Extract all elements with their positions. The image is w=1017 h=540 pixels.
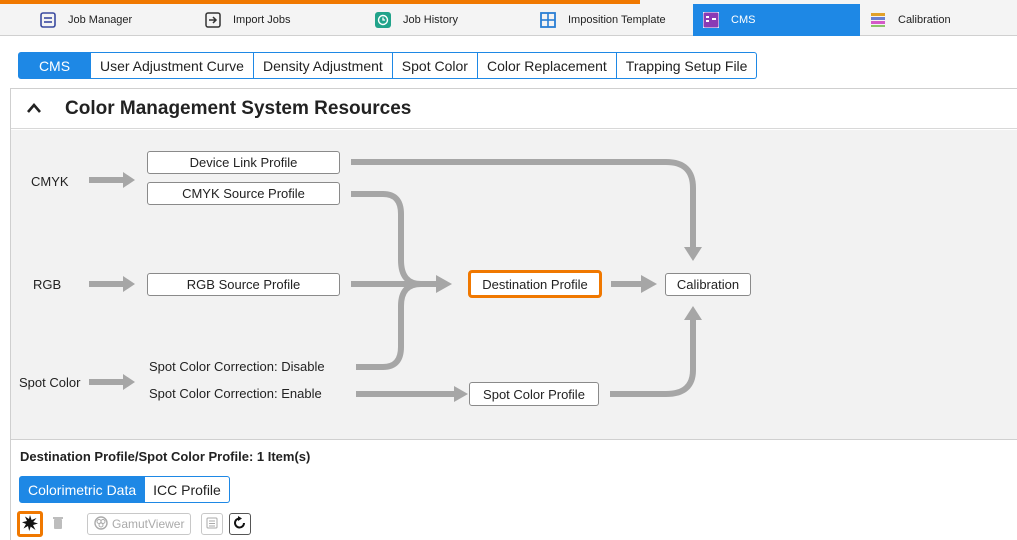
input-rgb-label: RGB (33, 277, 62, 292)
subtab-spot-color[interactable]: Spot Color (392, 52, 478, 79)
tab-calibration[interactable]: Calibration (860, 4, 1017, 36)
chevron-up-icon[interactable] (25, 99, 43, 120)
subtab-density-adjustment[interactable]: Density Adjustment (253, 52, 393, 79)
list-icon (206, 517, 218, 532)
spot-color-profile-button[interactable]: Spot Color Profile (469, 382, 599, 406)
tab-colorimetric-data[interactable]: Colorimetric Data (19, 476, 146, 503)
profile-data-tabs: Colorimetric Data ICC Profile (19, 476, 230, 503)
gamut-viewer-label: GamutViewer (112, 517, 185, 531)
refresh-button[interactable] (229, 513, 252, 535)
profile-toolbar: GamutViewer (17, 511, 257, 537)
new-profile-button[interactable] (17, 511, 43, 537)
cms-icon (702, 11, 720, 29)
destination-profile-button[interactable]: Destination Profile (468, 270, 602, 298)
calibration-icon (870, 12, 886, 28)
tab-label: Job History (403, 14, 459, 26)
import-icon (205, 12, 221, 28)
gamut-icon (94, 515, 108, 533)
profile-count-title: Destination Profile/Spot Color Profile: … (20, 449, 311, 464)
cms-subtabs: CMS User Adjustment Curve Density Adjust… (18, 52, 758, 79)
tab-label: CMS (731, 14, 756, 26)
profile-list-area: Destination Profile/Spot Color Profile: … (11, 439, 1017, 540)
trash-icon (52, 516, 64, 533)
properties-button[interactable] (201, 513, 224, 535)
tab-import-jobs[interactable]: Import Jobs (195, 4, 365, 36)
tab-job-manager[interactable]: Job Manager (30, 4, 195, 36)
input-cmyk-label: CMYK (31, 174, 69, 189)
tab-imposition-template[interactable]: Imposition Template (530, 4, 693, 36)
cmyk-source-profile-button[interactable]: CMYK Source Profile (147, 182, 340, 205)
history-icon (375, 12, 391, 28)
input-spot-color-label: Spot Color (19, 375, 81, 390)
rgb-source-profile-button[interactable]: RGB Source Profile (147, 273, 340, 296)
cms-resources-panel: Color Management System Resources CMYK R… (10, 88, 1017, 540)
device-link-profile-button[interactable]: Device Link Profile (147, 151, 340, 174)
tab-cms[interactable]: CMS (693, 4, 860, 36)
gamut-viewer-button[interactable]: GamutViewer (87, 513, 192, 535)
spot-correction-enable-label[interactable]: Spot Color Correction: Enable (149, 386, 322, 401)
job-manager-icon (40, 12, 56, 28)
subtab-trapping-setup-file[interactable]: Trapping Setup File (616, 52, 758, 79)
starburst-icon (22, 514, 38, 534)
section-title: Color Management System Resources (65, 98, 412, 119)
subtab-user-adjustment-curve[interactable]: User Adjustment Curve (91, 52, 254, 79)
subtab-cms[interactable]: CMS (18, 52, 91, 79)
tab-label: Calibration (898, 14, 951, 26)
tab-label: Import Jobs (233, 14, 291, 26)
grid-icon (540, 12, 556, 28)
delete-button[interactable] (49, 513, 67, 535)
tab-label: Job Manager (68, 14, 133, 26)
section-header[interactable]: Color Management System Resources (11, 89, 1017, 129)
refresh-icon (233, 515, 247, 533)
cms-flow-diagram: CMYK RGB Spot Color Device Link Profile … (11, 130, 1017, 439)
tab-label: Imposition Template (568, 14, 666, 26)
tab-job-history[interactable]: Job History (365, 4, 530, 36)
spot-correction-disable-label[interactable]: Spot Color Correction: Disable (149, 359, 325, 374)
app-tab-bar: Job Manager Import Jobs Job History Impo… (0, 0, 1017, 36)
tab-icc-profile[interactable]: ICC Profile (145, 476, 230, 503)
calibration-button[interactable]: Calibration (665, 273, 751, 296)
subtab-color-replacement[interactable]: Color Replacement (477, 52, 617, 79)
